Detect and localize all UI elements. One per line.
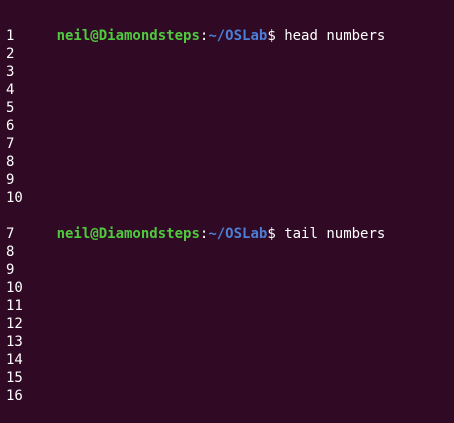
output-line: 7 <box>6 136 15 152</box>
output-line: 8 <box>6 154 15 170</box>
prompt-user-host: neil@Diamondsteps <box>56 226 200 242</box>
prompt-dollar: $ <box>267 226 276 242</box>
output-line: 6 <box>6 118 15 134</box>
prompt-path: ~/OSLab <box>208 226 268 242</box>
command-tail: tail numbers <box>284 226 386 242</box>
prompt-line-current[interactable]: neil@Diamondsteps:~/OSLab$ <box>6 405 454 423</box>
output-line: 10 <box>6 280 23 296</box>
prompt-user-host: neil@Diamondsteps <box>56 28 200 44</box>
terminal-line-partial <box>6 0 454 9</box>
prompt-line-tail: neil@Diamondsteps:~/OSLab$ tail numbers <box>6 207 454 242</box>
output-line: 12 <box>6 316 23 332</box>
output-line: 15 <box>6 370 23 386</box>
prompt-line-head: neil@Diamondsteps:~/OSLab$ head numbers <box>6 9 454 44</box>
output-line: 16 <box>6 388 23 404</box>
output-line: 14 <box>6 352 23 368</box>
prompt-path: ~/OSLab <box>208 28 268 44</box>
terminal-content: neil@Diamondsteps:~/OSLab$ head numbers … <box>6 0 454 423</box>
output-line: 5 <box>6 100 15 116</box>
output-line: 8 <box>6 244 15 260</box>
output-line: 4 <box>6 82 15 98</box>
output-line: 9 <box>6 262 15 278</box>
output-line: 9 <box>6 172 15 188</box>
output-line: 3 <box>6 64 15 80</box>
output-line: 2 <box>6 46 15 62</box>
output-line: 10 <box>6 190 23 206</box>
terminal-window[interactable]: neil@Diamondsteps:~/OSLab$ head numbers … <box>0 0 454 423</box>
output-line: 13 <box>6 334 23 350</box>
prompt-dollar: $ <box>267 28 276 44</box>
command-head: head numbers <box>284 28 386 44</box>
output-line: 11 <box>6 298 23 314</box>
